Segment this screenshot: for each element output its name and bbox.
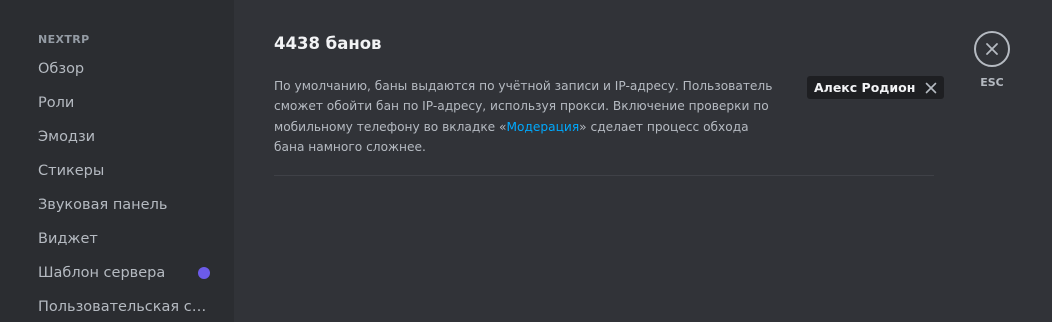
server-settings-bans: NEXTRP Обзор Роли Эмодзи Стикеры Звукова…	[0, 0, 1052, 322]
user-filter-chip: Алекс Родион	[807, 76, 945, 99]
sidebar-server-name: NEXTRP	[38, 33, 90, 46]
moderation-link[interactable]: Модерация	[507, 120, 580, 134]
sidebar-item-widget[interactable]: Виджет	[30, 224, 220, 254]
sidebar-item-custom-link[interactable]: Пользовательская сс...	[30, 292, 220, 322]
new-indicator-dot	[198, 267, 210, 279]
sidebar-item-label: Эмодзи	[38, 129, 96, 145]
sidebar-item-label: Пользовательская сс...	[38, 299, 208, 315]
page-title: 4438 банов	[274, 34, 382, 53]
close-icon[interactable]	[925, 82, 937, 94]
sidebar-item-roles[interactable]: Роли	[30, 88, 220, 118]
bans-description: По умолчанию, баны выдаются по учётной з…	[274, 76, 774, 158]
sidebar-item-label: Роли	[38, 95, 75, 111]
filter-chip-label: Алекс Родион	[814, 80, 916, 95]
sidebar-item-label: Обзор	[38, 61, 85, 77]
sidebar-item-stickers[interactable]: Стикеры	[30, 156, 220, 186]
close-icon	[985, 42, 999, 56]
sidebar-item-soundboard[interactable]: Звуковая панель	[30, 190, 220, 220]
sidebar-item-label: Виджет	[38, 231, 98, 247]
sidebar-item-label: Шаблон сервера	[38, 265, 166, 281]
sidebar-item-overview[interactable]: Обзор	[30, 54, 220, 84]
close-button[interactable]	[974, 31, 1010, 67]
sidebar-item-server-template[interactable]: Шаблон сервера	[30, 258, 220, 288]
sidebar-item-emoji[interactable]: Эмодзи	[30, 122, 220, 152]
sidebar-item-label: Звуковая панель	[38, 197, 168, 213]
sidebar-item-label: Стикеры	[38, 163, 105, 179]
divider	[274, 175, 934, 176]
settings-sidebar: NEXTRP Обзор Роли Эмодзи Стикеры Звукова…	[0, 0, 234, 322]
esc-label: ESC	[980, 76, 1004, 89]
